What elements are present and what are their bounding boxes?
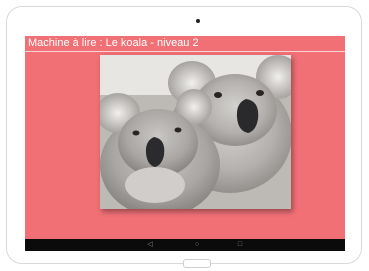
home-icon[interactable]: ○ [192, 241, 202, 249]
title-bar: Machine à lire : Le koala - niveau 2 [25, 36, 345, 52]
recents-icon[interactable]: □ [235, 241, 245, 249]
back-icon[interactable]: ◁ [145, 241, 155, 249]
hardware-home-button[interactable] [183, 259, 211, 268]
android-nav-bar: ◁ ○ □ [25, 239, 345, 251]
page-title: Machine à lire : Le koala - niveau 2 [28, 37, 199, 49]
koala-photo [100, 55, 291, 209]
app-screen: Machine à lire : Le koala - niveau 2 ◁ ○… [25, 36, 345, 251]
front-camera [196, 19, 200, 23]
